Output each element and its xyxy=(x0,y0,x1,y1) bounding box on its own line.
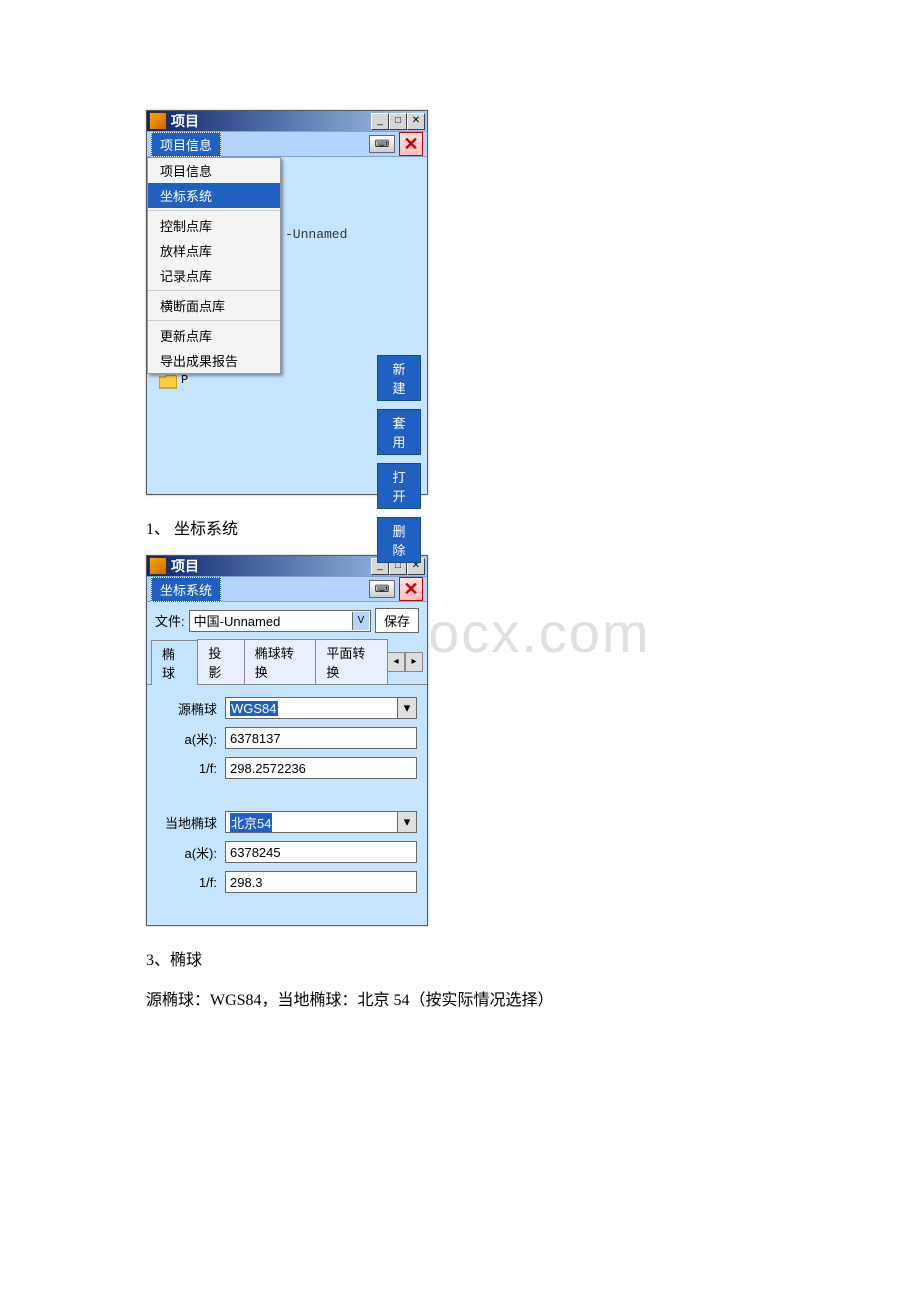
form-area: 源椭球 WGS84 ▾ a(米): 6378137 1/f: 298.25722… xyxy=(147,685,427,925)
tab-projection[interactable]: 投影 xyxy=(197,639,244,684)
caption-1: 1、 坐标系统 xyxy=(146,515,774,539)
new-button[interactable]: 新建 xyxy=(377,355,421,401)
titlebar: 项目 _ □ ✕ xyxy=(147,111,427,131)
src-1f-input[interactable]: 298.2572236 xyxy=(225,757,417,779)
chevron-down-icon[interactable]: V xyxy=(352,612,369,630)
menu-project-info[interactable]: 项目信息 xyxy=(151,132,221,157)
src-1f-label: 1/f: xyxy=(157,761,217,776)
dropdown-menu: 项目信息 坐标系统 控制点库 放样点库 记录点库 横断面点库 更新点库 导出成果… xyxy=(147,157,281,374)
app-icon xyxy=(149,557,167,575)
close-button[interactable]: ✕ xyxy=(407,113,425,130)
file-combo[interactable]: 中国-Unnamed V xyxy=(189,610,371,632)
form-row-src-1f: 1/f: 298.2572236 xyxy=(157,757,417,779)
apply-button[interactable]: 套用 xyxy=(377,409,421,455)
form-row-local-1f: 1/f: 298.3 xyxy=(157,871,417,893)
save-button[interactable]: 保存 xyxy=(375,608,419,633)
form-row-src-ellipsoid: 源椭球 WGS84 ▾ xyxy=(157,697,417,719)
keyboard-icon[interactable]: ⌨ xyxy=(369,135,395,153)
chevron-down-icon[interactable]: ▾ xyxy=(397,698,416,718)
menu-item-ctrl[interactable]: 控制点库 xyxy=(148,213,280,238)
menu-item-export[interactable]: 导出成果报告 xyxy=(148,348,280,373)
local-1f-value: 298.3 xyxy=(230,875,263,890)
local-a-input[interactable]: 6378245 xyxy=(225,841,417,863)
chevron-down-icon[interactable]: ▾ xyxy=(397,812,416,832)
side-buttons: 新建 套用 打开 删除 xyxy=(377,355,421,563)
local-ellipsoid-select[interactable]: 北京54 ▾ xyxy=(225,811,417,833)
menu-item-info[interactable]: 项目信息 xyxy=(148,158,280,183)
tab-scroll-right[interactable]: ▸ xyxy=(405,652,423,672)
src-a-value: 6378137 xyxy=(230,731,281,746)
menu-coord-system[interactable]: 坐标系统 xyxy=(151,577,221,602)
window-project: 项目 _ □ ✕ 项目信息 ⌨ ✕ 项目信息 坐标系统 控制点库 放样点库 记录… xyxy=(146,110,428,495)
local-ellipsoid-value: 北京54 xyxy=(230,813,272,832)
open-button[interactable]: 打开 xyxy=(377,463,421,509)
menubar: 项目信息 ⌨ ✕ xyxy=(147,131,427,157)
src-ellipsoid-select[interactable]: WGS84 ▾ xyxy=(225,697,417,719)
local-1f-label: 1/f: xyxy=(157,875,217,890)
tab-ellipsoid[interactable]: 椭球 xyxy=(151,640,198,685)
form-row-local-a: a(米): 6378245 xyxy=(157,841,417,863)
window-title: 项目 xyxy=(171,556,371,576)
app-icon xyxy=(149,112,167,130)
local-a-label: a(米): xyxy=(157,843,217,862)
form-row-local-ellipsoid: 当地椭球 北京54 ▾ xyxy=(157,811,417,833)
file-row: 文件: 中国-Unnamed V 保存 xyxy=(147,602,427,639)
menu-item-cross[interactable]: 横断面点库 xyxy=(148,293,280,318)
close-panel-button[interactable]: ✕ xyxy=(399,577,423,601)
tab-ellip-transform[interactable]: 椭球转换 xyxy=(244,639,317,684)
file-value: 中国-Unnamed xyxy=(194,611,281,630)
window-title: 项目 xyxy=(171,111,371,131)
src-1f-value: 298.2572236 xyxy=(230,761,306,776)
window-body: 项目信息 坐标系统 控制点库 放样点库 记录点库 横断面点库 更新点库 导出成果… xyxy=(147,157,427,494)
unnamed-label: -Unnamed xyxy=(285,227,347,242)
local-a-value: 6378245 xyxy=(230,845,281,860)
form-row-src-a: a(米): 6378137 xyxy=(157,727,417,749)
minimize-button[interactable]: _ xyxy=(371,113,389,130)
tab-bar: 椭球 投影 椭球转换 平面转换 ◂ ▸ xyxy=(147,639,427,685)
caption-3: 源椭球：WGS84，当地椭球：北京 54（按实际情况选择） xyxy=(146,986,774,1010)
tab-scroll-left[interactable]: ◂ xyxy=(387,652,405,672)
tab-scroll: ◂ ▸ xyxy=(387,639,423,684)
window-controls: _ □ ✕ xyxy=(371,113,425,130)
keyboard-icon[interactable]: ⌨ xyxy=(369,580,395,598)
caption-2: 3、椭球 xyxy=(146,946,774,970)
window-coord: 项目 _ □ ✕ 坐标系统 ⌨ ✕ 文件: 中国-Unnamed V 保存 椭球 xyxy=(146,555,428,926)
delete-button[interactable]: 删除 xyxy=(377,517,421,563)
close-panel-button[interactable]: ✕ xyxy=(399,132,423,156)
window-body: 文件: 中国-Unnamed V 保存 椭球 投影 椭球转换 平面转换 ◂ ▸ xyxy=(147,602,427,925)
menu-separator xyxy=(148,290,280,291)
tab-plane-transform[interactable]: 平面转换 xyxy=(315,639,388,684)
menu-item-coord[interactable]: 坐标系统 xyxy=(148,183,280,208)
menu-item-record[interactable]: 记录点库 xyxy=(148,263,280,288)
src-ellipsoid-label: 源椭球 xyxy=(157,699,217,718)
menu-separator xyxy=(148,210,280,211)
menu-item-update[interactable]: 更新点库 xyxy=(148,323,280,348)
maximize-button[interactable]: □ xyxy=(389,113,407,130)
menu-separator xyxy=(148,320,280,321)
folder-label: P xyxy=(181,373,188,387)
menu-item-stake[interactable]: 放样点库 xyxy=(148,238,280,263)
local-1f-input[interactable]: 298.3 xyxy=(225,871,417,893)
file-label: 文件: xyxy=(155,611,185,630)
src-a-input[interactable]: 6378137 xyxy=(225,727,417,749)
src-ellipsoid-value: WGS84 xyxy=(230,701,278,716)
menubar: 坐标系统 ⌨ ✕ xyxy=(147,576,427,602)
folder-icon[interactable] xyxy=(159,375,177,389)
local-ellipsoid-label: 当地椭球 xyxy=(157,813,217,832)
src-a-label: a(米): xyxy=(157,729,217,748)
